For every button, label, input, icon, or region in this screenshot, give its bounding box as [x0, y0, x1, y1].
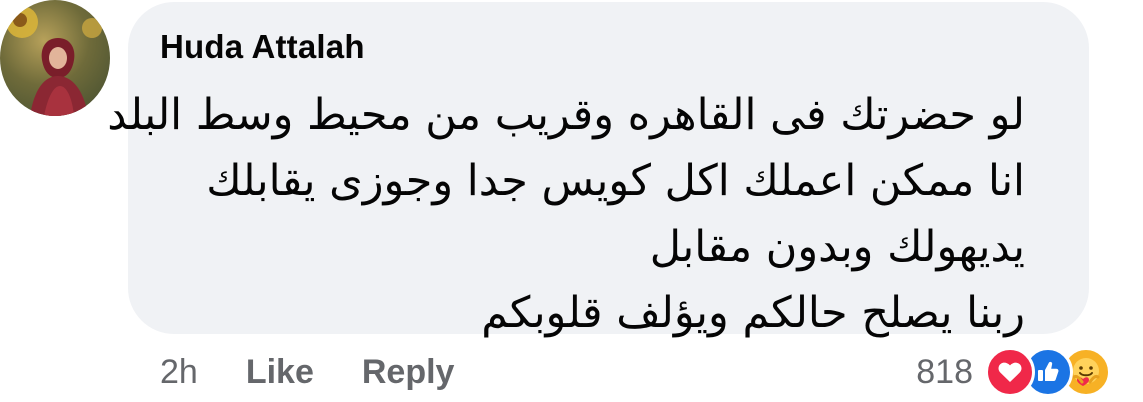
comment-line: انا ممكن اعملك اكل كويس جدا وجوزى يقابلك [206, 156, 1025, 206]
reply-button[interactable]: Reply [362, 353, 455, 392]
heart-glyph [998, 362, 1022, 382]
comment-actions: 2h Like Reply [160, 352, 502, 392]
avatar-photo [6, 6, 102, 116]
comment-timestamp[interactable]: 2h [160, 353, 198, 392]
comment-avatar[interactable] [0, 0, 110, 116]
comment-author-name[interactable]: Huda Attalah [160, 28, 365, 66]
comment-line: لو حضرتك فى القاهره وقريب من محيط وسط ال… [107, 90, 1025, 140]
reaction-count: 818 [916, 352, 973, 391]
heart-icon [985, 347, 1035, 397]
like-button[interactable]: Like [246, 353, 314, 392]
care-glyph [1072, 358, 1100, 386]
comment-line: ربنا يصلح حالكم ويؤلف قلوبكم [481, 288, 1025, 338]
comment-line: يديهولك وبدون مقابل [649, 222, 1025, 272]
thumbs-up-glyph [1038, 361, 1059, 381]
reaction-icons [985, 347, 1111, 397]
comment-bubble: Huda Attalah لو حضرتك فى القاهره وقريب م… [107, 2, 1089, 338]
reactions-summary[interactable]: 818 [916, 344, 1111, 400]
comment-text: لو حضرتك فى القاهره وقريب من محيط وسط ال… [107, 82, 1025, 346]
